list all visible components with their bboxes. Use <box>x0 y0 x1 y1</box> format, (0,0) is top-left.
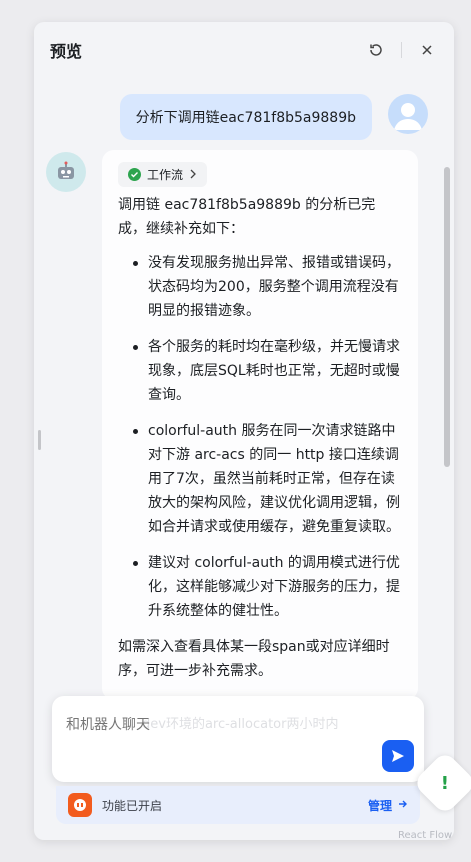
corner-watermark: React Flow <box>398 830 453 841</box>
list-item: 建议对 colorful-auth 的调用模式进行优化，这样能够减少对下游服务的… <box>118 551 402 623</box>
bot-message-card: 工作流 调用链 eac781f8b5a9889b 的分析已完成，继续补充如下： … <box>102 150 418 700</box>
send-icon <box>392 750 404 762</box>
chevron-right-icon <box>189 168 197 182</box>
header-divider <box>401 42 402 58</box>
chat-input-card: dev环境的arc-allocator两小时内 <box>52 696 424 782</box>
user-avatar <box>388 94 428 134</box>
chat-input[interactable] <box>66 717 366 733</box>
close-icon[interactable] <box>416 39 438 61</box>
list-item: colorful-auth 服务在同一次请求链路中对下游 arc-acs 的同一… <box>118 419 402 539</box>
workflow-tag-label: 工作流 <box>147 168 184 182</box>
feature-status-bar: 功能已开启 管理 <box>56 786 420 824</box>
feature-status-label: 功能已开启 <box>102 798 163 813</box>
scrollbar[interactable] <box>444 167 450 467</box>
list-item: 没有发现服务抛出异常、报错或错误码，状态码均为200，服务整个调用流程没有明显的… <box>118 251 402 323</box>
resize-handle[interactable] <box>38 430 41 450</box>
manage-link[interactable]: 管理 <box>368 797 408 814</box>
panel-header: 预览 <box>34 22 454 78</box>
refresh-icon[interactable] <box>365 39 387 61</box>
flow-badge-icon: ǃ <box>441 772 449 794</box>
panel-title: 预览 <box>50 42 83 61</box>
bot-closing: 如需深入查看具体某一段span或对应详细时序，可进一步补充需求。 <box>118 639 390 679</box>
user-message-bubble: 分析下调用链eac781f8b5a9889b <box>119 94 372 140</box>
feature-icon <box>68 793 92 817</box>
bot-avatar <box>46 152 86 192</box>
bot-bullet-list: 没有发现服务抛出异常、报错或错误码，状态码均为200，服务整个调用流程没有明显的… <box>118 251 402 623</box>
manage-label: 管理 <box>367 798 392 813</box>
send-button[interactable] <box>382 740 414 772</box>
list-item: 各个服务的耗时均在毫秒级，并无慢请求现象，底层SQL耗时也正常，无超时或慢查询。 <box>118 335 402 407</box>
bot-message-text: 调用链 eac781f8b5a9889b 的分析已完成，继续补充如下： 没有发现… <box>118 193 402 683</box>
bot-intro: 调用链 eac781f8b5a9889b 的分析已完成，继续补充如下： <box>118 197 376 237</box>
workflow-tag[interactable]: 工作流 <box>118 162 208 187</box>
preview-panel: 预览 分析下调用链eac781f8b5a9889b 工作流 调用链 eac781… <box>34 22 454 840</box>
arrow-right-icon <box>398 798 408 812</box>
check-circle-icon <box>128 168 141 181</box>
user-message-row: 分析下调用链eac781f8b5a9889b <box>119 94 428 140</box>
